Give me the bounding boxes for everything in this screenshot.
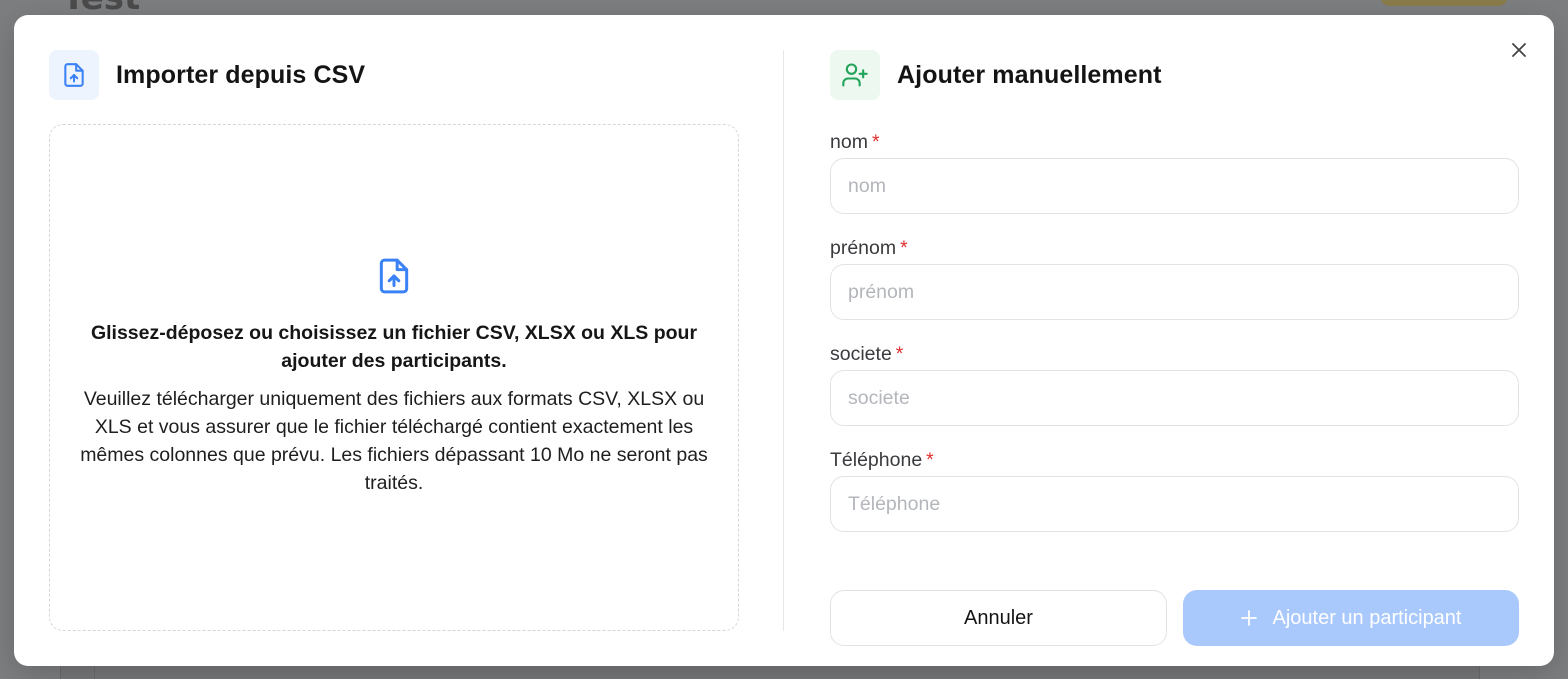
plus-icon bbox=[1241, 610, 1258, 626]
add-participant-button[interactable]: Ajouter un participant bbox=[1183, 590, 1519, 646]
add-participant-label: Ajouter un participant bbox=[1272, 606, 1462, 629]
panel-divider bbox=[783, 50, 784, 631]
import-header: Importer depuis CSV bbox=[49, 50, 739, 100]
field-telephone: Téléphone * bbox=[830, 446, 1519, 532]
file-dropzone[interactable]: Glissez-déposez ou choisissez un fichier… bbox=[49, 124, 739, 631]
telephone-input[interactable] bbox=[830, 476, 1519, 532]
file-upload-icon bbox=[375, 256, 413, 301]
manual-panel: Ajouter manuellement nom* prénom* societ… bbox=[830, 50, 1519, 646]
field-societe: societe * bbox=[830, 340, 1519, 426]
field-label-text: Téléphone bbox=[830, 449, 923, 471]
participant-form: nom* prénom* societe* Téléphone* bbox=[830, 128, 1519, 532]
field-label: Téléphone * bbox=[830, 446, 1519, 474]
background-panel-inner bbox=[94, 664, 1466, 679]
form-actions: Annuler Ajouter un participant bbox=[830, 590, 1519, 646]
dropzone-title: Glissez-déposez ou choisissez un fichier… bbox=[90, 322, 698, 372]
file-upload-icon bbox=[49, 50, 99, 100]
required-marker: * bbox=[895, 343, 904, 365]
required-marker: * bbox=[900, 237, 908, 259]
cancel-button[interactable]: Annuler bbox=[830, 590, 1167, 646]
manual-header: Ajouter manuellement bbox=[830, 50, 1519, 100]
background-button bbox=[1380, 0, 1508, 6]
field-label-text: prénom bbox=[830, 237, 897, 259]
participant-modal: Importer depuis CSV Glissez-déposez ou c… bbox=[14, 15, 1554, 666]
required-marker: * bbox=[926, 449, 934, 471]
manual-title: Ajouter manuellement bbox=[897, 60, 1162, 89]
dropzone-description: Veuillez télécharger uniquement des fich… bbox=[80, 388, 708, 494]
import-panel: Importer depuis CSV Glissez-déposez ou c… bbox=[49, 50, 739, 631]
societe-input[interactable] bbox=[830, 370, 1519, 426]
field-label-text: nom bbox=[830, 131, 868, 153]
prenom-input[interactable] bbox=[830, 264, 1519, 320]
field-label: nom * bbox=[830, 128, 1519, 156]
field-label: prénom * bbox=[830, 234, 1519, 262]
field-nom: nom * bbox=[830, 128, 1519, 214]
field-prenom: prénom * bbox=[830, 234, 1519, 320]
nom-input[interactable] bbox=[830, 158, 1519, 214]
required-marker: * bbox=[871, 131, 880, 153]
field-label-text: societe bbox=[830, 343, 892, 365]
field-label: societe * bbox=[830, 340, 1519, 368]
import-title: Importer depuis CSV bbox=[116, 60, 366, 89]
user-plus-icon bbox=[830, 50, 880, 100]
